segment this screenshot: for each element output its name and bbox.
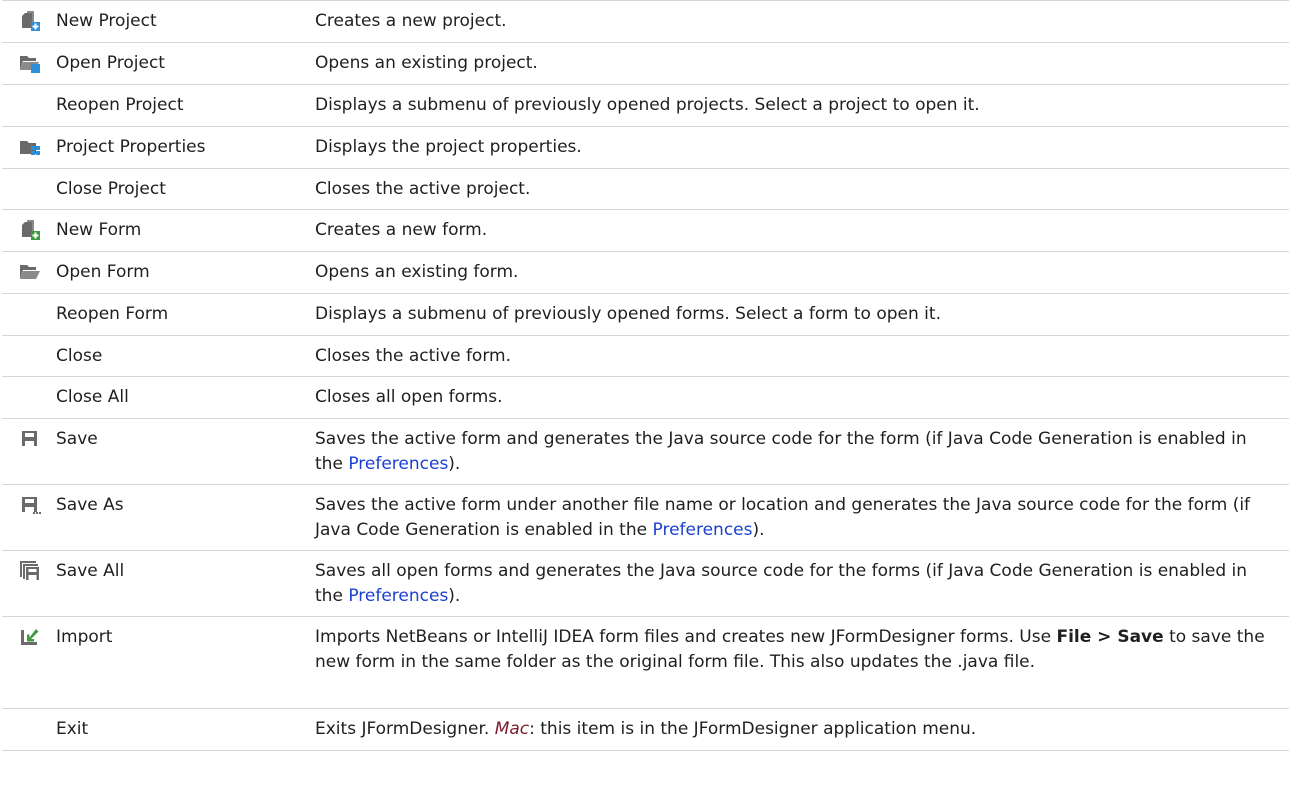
menu-item-name: Reopen Form: [56, 293, 315, 336]
table-row: Save All Saves all open forms and genera…: [2, 550, 1289, 617]
table-row: Save Saves the active form and generates…: [2, 418, 1289, 485]
new-form-icon: [19, 219, 41, 241]
menu-item-name: Close Project: [56, 168, 315, 210]
menu-item-desc: Saves the active form under another file…: [315, 484, 1289, 551]
save-all-icon: [19, 560, 41, 582]
menu-item-name: Close All: [56, 376, 315, 419]
menu-item-desc: Closes the active form.: [315, 335, 1289, 377]
menu-item-desc: Closes the active project.: [315, 168, 1289, 210]
table-row: Save As Saves the active form under anot…: [2, 484, 1289, 551]
menu-item-desc: Creates a new project.: [315, 0, 1289, 43]
save-icon: [19, 428, 41, 450]
table-row: Project Properties Displays the project …: [2, 126, 1289, 169]
menu-item-name: Save As: [56, 484, 315, 551]
menu-item-desc: Opens an existing project.: [315, 42, 1289, 85]
menu-item-desc: Displays a submenu of previously opened …: [315, 84, 1289, 127]
table-row: Close All Closes all open forms.: [2, 376, 1289, 419]
save-as-icon: [19, 494, 41, 516]
menu-item-name: New Project: [56, 0, 315, 43]
table-row: Close Closes the active form.: [2, 335, 1289, 377]
table-row: Reopen Project Displays a submenu of pre…: [2, 84, 1289, 127]
menu-item-desc: Imports NetBeans or IntelliJ IDEA form f…: [315, 616, 1289, 709]
open-form-icon: [19, 261, 41, 283]
menu-item-name: Open Form: [56, 251, 315, 294]
table-row: Close Project Closes the active project.: [2, 168, 1289, 210]
project-properties-icon: [19, 136, 41, 158]
table-row: Open Project Opens an existing project.: [2, 42, 1289, 85]
menu-item-desc: Saves the active form and generates the …: [315, 418, 1289, 485]
menu-item-desc: Exits JFormDesigner. Mac: this item is i…: [315, 708, 1289, 751]
table-row: Exit Exits JFormDesigner. Mac: this item…: [2, 708, 1289, 751]
menu-item-desc: Opens an existing form.: [315, 251, 1289, 294]
menu-item-desc: Saves all open forms and generates the J…: [315, 550, 1289, 617]
preferences-link[interactable]: Preferences: [348, 454, 448, 474]
table-row: New Project Creates a new project.: [2, 0, 1289, 43]
table-row: Import Imports NetBeans or IntelliJ IDEA…: [2, 616, 1289, 709]
menu-item-desc: Displays the project properties.: [315, 126, 1289, 169]
preferences-link[interactable]: Preferences: [653, 520, 753, 540]
table-row: Open Form Opens an existing form.: [2, 251, 1289, 294]
menu-item-name: Import: [56, 616, 315, 709]
menu-item-name: Save All: [56, 550, 315, 617]
table-row: New Form Creates a new form.: [2, 209, 1289, 252]
new-project-icon: [19, 10, 41, 32]
menu-item-desc: Closes all open forms.: [315, 376, 1289, 419]
file-menu-table: New Project Creates a new project. Open …: [2, 0, 1289, 751]
open-project-icon: [19, 52, 41, 74]
menu-item-name: Save: [56, 418, 315, 485]
menu-item-name: Exit: [56, 708, 315, 751]
import-icon: [19, 626, 41, 648]
menu-item-name: Close: [56, 335, 315, 377]
menu-item-desc: Displays a submenu of previously opened …: [315, 293, 1289, 336]
mac-note: Mac: [494, 719, 530, 739]
preferences-link[interactable]: Preferences: [348, 586, 448, 606]
menu-item-name: Open Project: [56, 42, 315, 85]
file-save-reference: File > Save: [1056, 627, 1164, 647]
menu-item-name: Project Properties: [56, 126, 315, 169]
menu-item-desc: Creates a new form.: [315, 209, 1289, 252]
table-row: Reopen Form Displays a submenu of previo…: [2, 293, 1289, 336]
menu-item-name: New Form: [56, 209, 315, 252]
menu-item-name: Reopen Project: [56, 84, 315, 127]
